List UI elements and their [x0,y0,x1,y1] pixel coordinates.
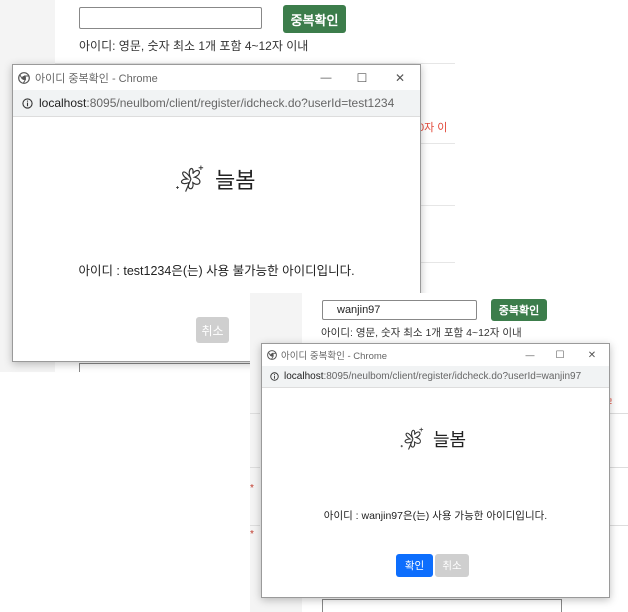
maximize-button[interactable]: ☐ [344,71,380,85]
close-button[interactable]: ✕ [575,350,609,361]
info-icon [22,97,33,109]
divider [250,525,260,526]
required-star: * [250,529,254,540]
minimize-button[interactable]: — [308,72,344,84]
close-button[interactable]: ✕ [380,71,420,85]
clover-logo-icon [173,161,209,197]
popup-titlebar: 아이디 중복확인 - Chrome — ☐ ✕ [262,344,609,366]
clover-logo-icon [398,424,428,454]
id-hint-text: 아이디: 영문, 숫자 최소 1개 포함 4~12자 이내 [321,327,522,339]
duplicate-check-button[interactable]: 중복확인 [283,5,346,33]
id-check-popup-available: 아이디 중복확인 - Chrome — ☐ ✕ localhost:8095/n… [261,343,610,598]
address-bar[interactable]: localhost:8095/neulbom/client/register/i… [13,90,420,117]
cancel-button[interactable]: 취소 [435,554,469,577]
divider [250,467,260,468]
duplicate-check-button[interactable]: 중복확인 [491,299,547,321]
confirm-button[interactable]: 확인 [396,554,433,577]
address-bar[interactable]: localhost:8095/neulbom/client/register/i… [262,366,609,388]
maximize-button[interactable]: ☐ [545,350,575,361]
user-id-input[interactable] [79,7,262,29]
required-star: * [250,483,254,494]
url-host: localhost [284,371,324,382]
next-field-input[interactable] [322,599,562,612]
popup-title: 아이디 중복확인 - Chrome [35,72,158,85]
divider [250,413,260,414]
cancel-button[interactable]: 취소 [196,317,229,343]
brand-name: 늘봄 [433,430,467,450]
result-message: 아이디 : wanjin97은(는) 사용 가능한 아이디입니다. [323,510,548,522]
chrome-icon [18,71,30,84]
url-path: :8095/neulbom/client/register/idcheck.do… [86,96,395,110]
info-icon [270,372,279,381]
result-message: 아이디 : test1234은(는) 사용 불가능한 아이디입니다. [78,264,355,278]
minimize-button[interactable]: — [515,350,545,360]
id-hint-text: 아이디: 영문, 숫자 최소 1개 포함 4~12자 이내 [79,39,309,53]
popup-title: 아이디 중복확인 - Chrome [281,351,388,362]
url-path: :8095/neulbom/client/register/idcheck.do… [323,371,582,382]
password-hint-error: 0자 이 [418,122,448,134]
user-id-input[interactable]: wanjin97 [322,300,477,320]
chrome-icon [267,350,277,360]
brand-logo: 늘봄 [398,424,466,454]
url-host: localhost [39,96,87,110]
brand-name: 늘봄 [215,168,256,193]
brand-logo: 늘봄 [173,161,255,197]
next-field-input[interactable] [79,363,279,372]
popup-titlebar: 아이디 중복확인 - Chrome — ☐ ✕ [13,65,420,90]
